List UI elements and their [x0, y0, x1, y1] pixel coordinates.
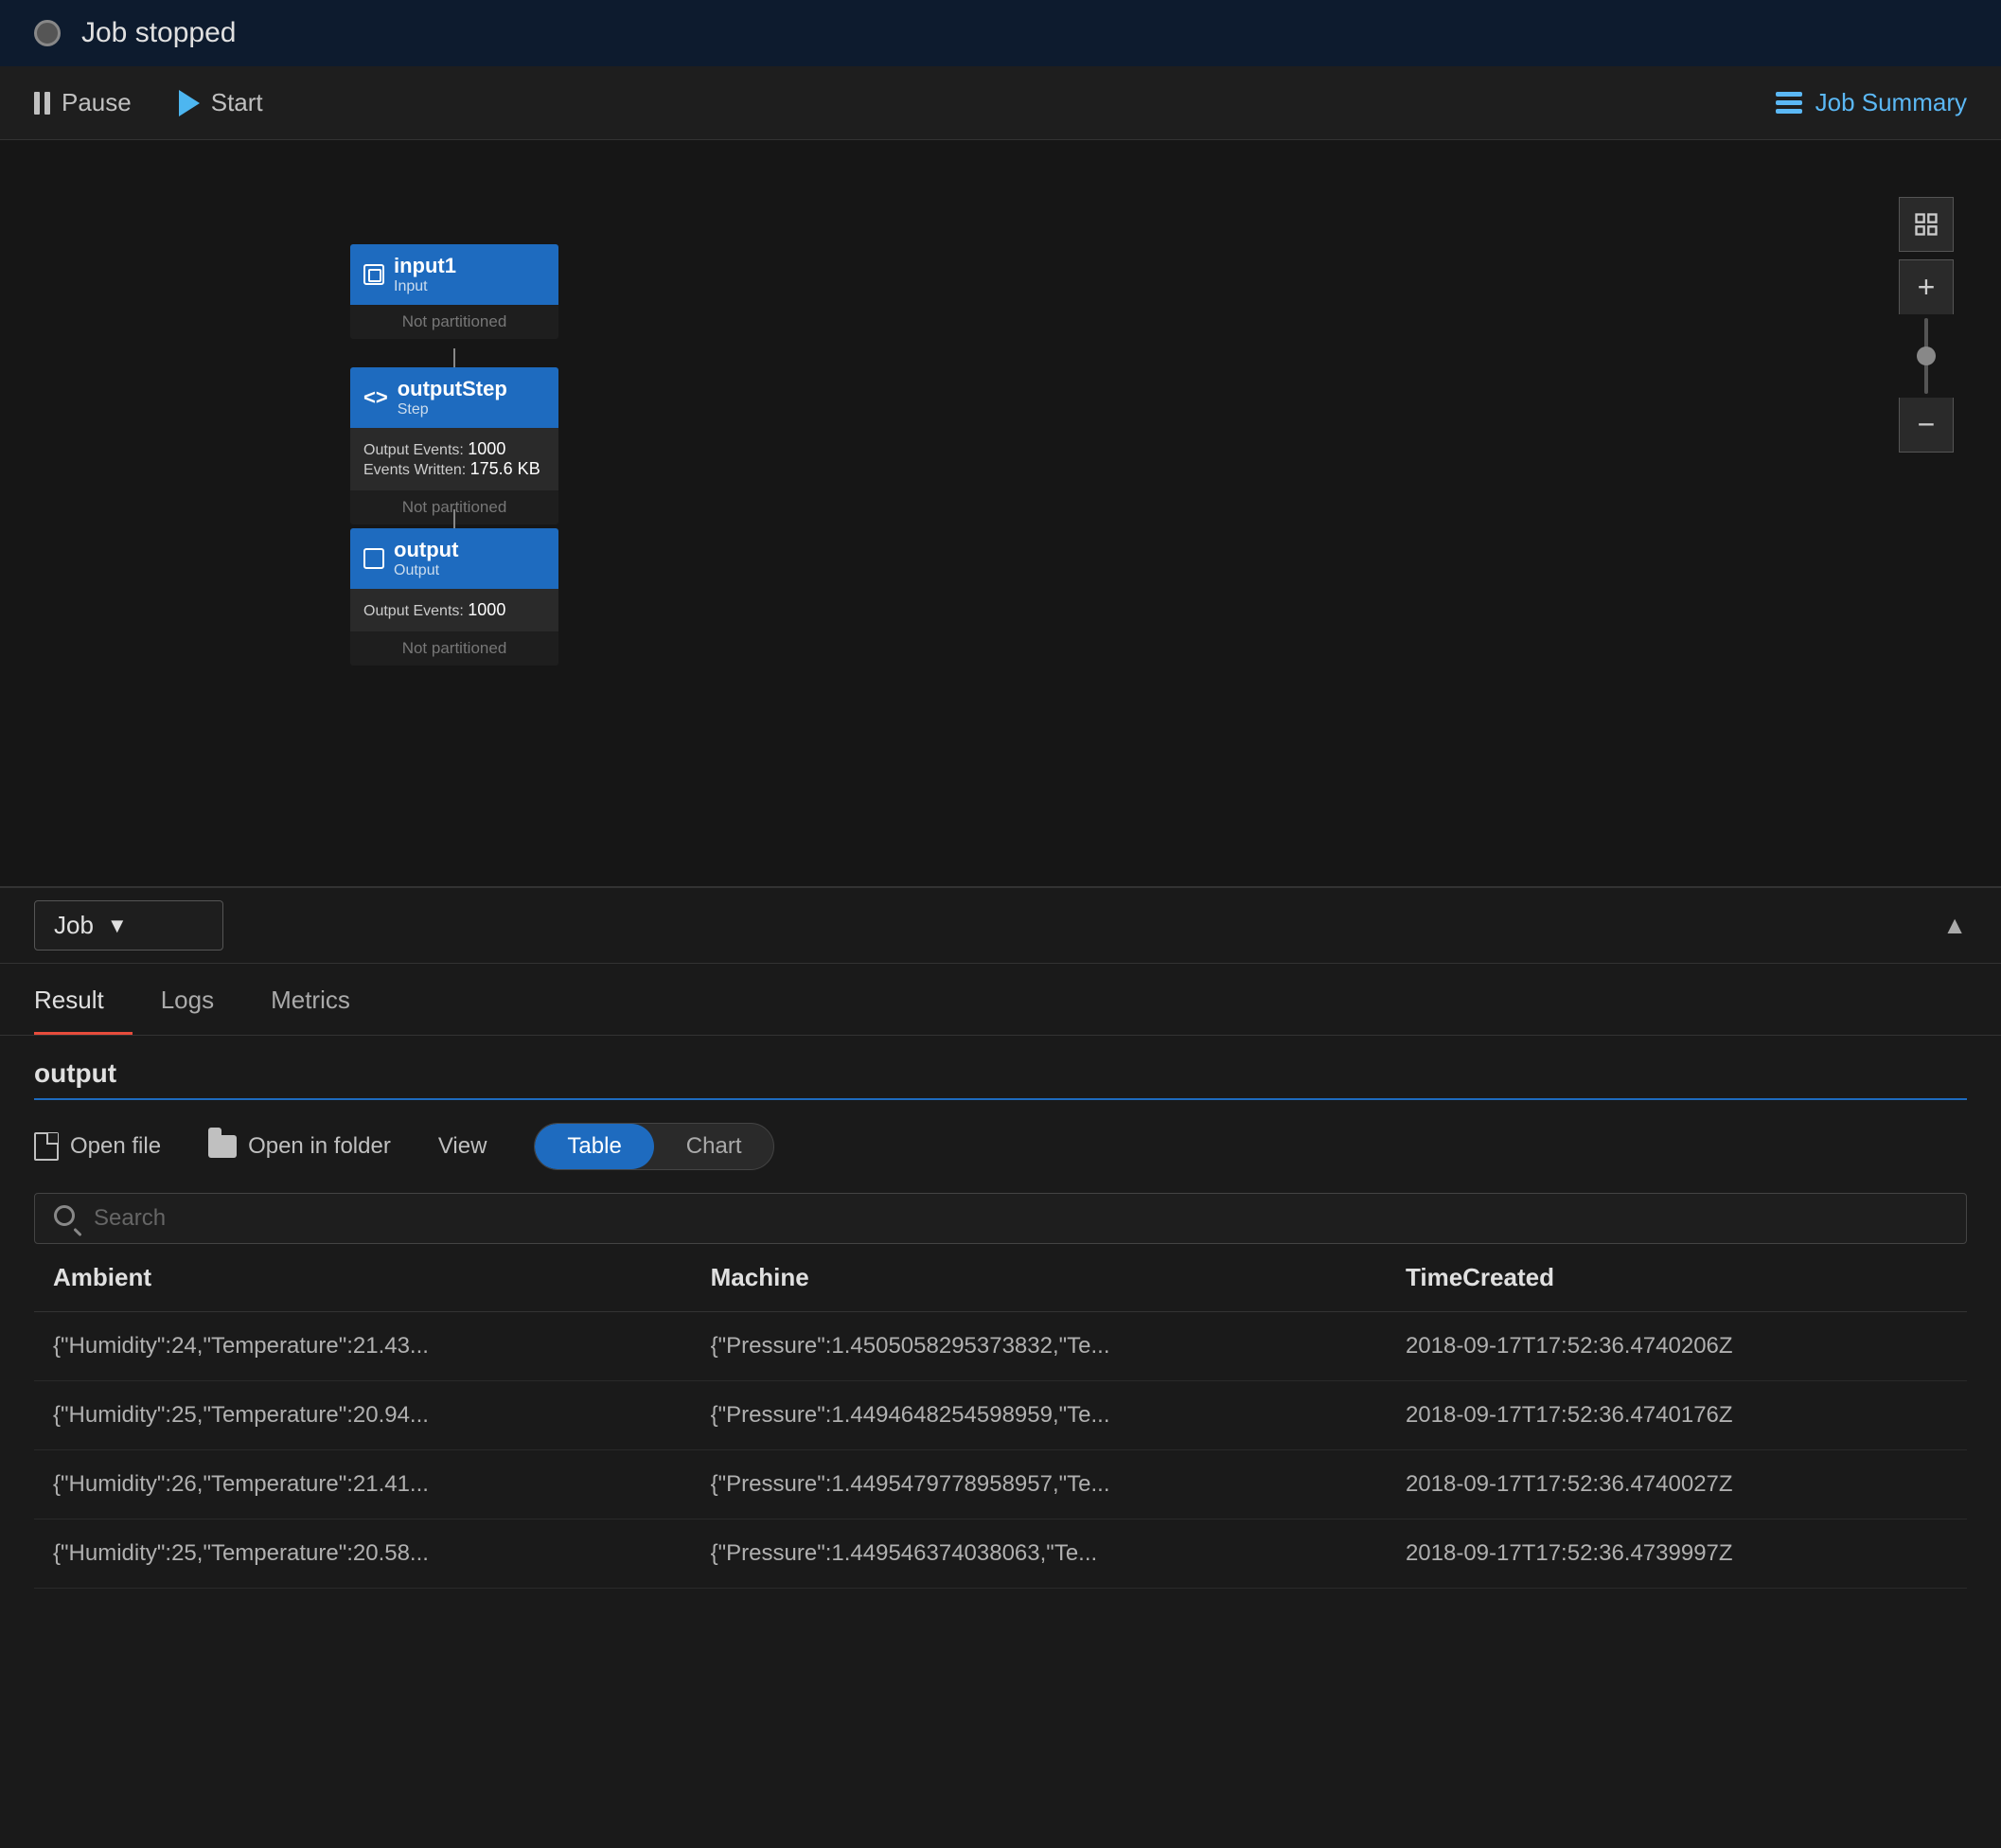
- output-section: output Open file Open in folder View Tab…: [0, 1036, 2001, 1589]
- job-dropdown[interactable]: Job ▼: [34, 900, 223, 951]
- cell-ambient: {"Humidity":25,"Temperature":20.94...: [34, 1381, 692, 1450]
- node-input1-subtitle: Input: [394, 278, 456, 295]
- start-button[interactable]: Start: [179, 88, 263, 117]
- cell-ambient: {"Humidity":24,"Temperature":21.43...: [34, 1312, 692, 1381]
- node-input1-footer: Not partitioned: [350, 305, 558, 339]
- search-bar: [34, 1193, 1967, 1244]
- cell-time: 2018-09-17T17:52:36.4740206Z: [1387, 1312, 1967, 1381]
- node-input1-header: input1 Input: [350, 244, 558, 305]
- output-title: output: [34, 1058, 1967, 1100]
- job-summary-label: Job Summary: [1815, 88, 1967, 117]
- cell-machine: {"Pressure":1.4505058295373832,"Te...: [692, 1312, 1387, 1381]
- list-icon: [1776, 92, 1802, 114]
- zoom-controls: + −: [1899, 197, 1954, 453]
- start-label: Start: [211, 88, 263, 117]
- col-machine: Machine: [692, 1244, 1387, 1312]
- open-in-folder-button[interactable]: Open in folder: [208, 1133, 391, 1160]
- cell-time: 2018-09-17T17:52:36.4740176Z: [1387, 1381, 1967, 1450]
- view-table-button[interactable]: Table: [535, 1124, 653, 1169]
- pause-icon: [34, 92, 50, 115]
- node-outputstep-title: outputStep: [398, 377, 507, 401]
- pause-label: Pause: [62, 88, 132, 117]
- node-output-body: Output Events: 1000: [350, 589, 558, 631]
- node-outputstep-subtitle: Step: [398, 401, 507, 418]
- cell-machine: {"Pressure":1.449546374038063,"Te...: [692, 1519, 1387, 1589]
- zoom-thumb: [1917, 346, 1936, 365]
- job-dropdown-label: Job: [54, 911, 94, 940]
- file-actions: Open file Open in folder View Table Char…: [34, 1123, 1967, 1170]
- job-summary-button[interactable]: Job Summary: [1776, 88, 1967, 117]
- zoom-fit-button[interactable]: [1899, 197, 1954, 252]
- table-row: {"Humidity":25,"Temperature":20.58...{"P…: [34, 1519, 1967, 1589]
- file-icon: [34, 1132, 59, 1161]
- pause-button[interactable]: Pause: [34, 88, 132, 117]
- step-icon: <>: [363, 385, 388, 410]
- cell-time: 2018-09-17T17:52:36.4739997Z: [1387, 1519, 1967, 1589]
- node-input1-title: input1: [394, 254, 456, 278]
- toolbar-left: Pause Start: [34, 88, 263, 117]
- input-icon: [363, 264, 384, 285]
- col-timecreated: TimeCreated: [1387, 1244, 1967, 1312]
- output-icon: [363, 548, 384, 569]
- top-bar: Job stopped: [0, 0, 2001, 66]
- zoom-slider[interactable]: [1924, 318, 1928, 394]
- search-icon: [54, 1205, 80, 1232]
- table-row: {"Humidity":24,"Temperature":21.43...{"P…: [34, 1312, 1967, 1381]
- collapse-button[interactable]: ▲: [1942, 911, 1967, 940]
- node-output-footer: Not partitioned: [350, 631, 558, 666]
- tab-logs[interactable]: Logs: [161, 986, 242, 1035]
- data-table: Ambient Machine TimeCreated {"Humidity":…: [34, 1244, 1967, 1589]
- cell-machine: {"Pressure":1.4495479778958957,"Te...: [692, 1450, 1387, 1519]
- node-outputstep-header: <> outputStep Step: [350, 367, 558, 428]
- job-status-title: Job stopped: [81, 17, 236, 49]
- status-dot: [34, 20, 61, 46]
- node-outputstep-body: Output Events: 1000 Events Written: 175.…: [350, 428, 558, 490]
- play-icon: [179, 90, 200, 116]
- folder-icon: [208, 1135, 237, 1158]
- node-output-title: output: [394, 538, 458, 562]
- cell-time: 2018-09-17T17:52:36.4740027Z: [1387, 1450, 1967, 1519]
- view-label: View: [438, 1133, 487, 1160]
- node-output-subtitle: Output: [394, 562, 458, 579]
- view-toggle: Table Chart: [534, 1123, 774, 1170]
- bottom-panel-header: Job ▼ ▲: [0, 888, 2001, 964]
- open-file-button[interactable]: Open file: [34, 1132, 161, 1161]
- zoom-in-button[interactable]: +: [1899, 259, 1954, 314]
- tab-metrics[interactable]: Metrics: [271, 986, 379, 1035]
- cell-ambient: {"Humidity":26,"Temperature":21.41...: [34, 1450, 692, 1519]
- cell-ambient: {"Humidity":25,"Temperature":20.58...: [34, 1519, 692, 1589]
- node-input1[interactable]: input1 Input Not partitioned: [350, 244, 558, 339]
- node-output-header: output Output: [350, 528, 558, 589]
- diagram-area: input1 Input Not partitioned <> outputSt…: [0, 140, 2001, 888]
- node-output[interactable]: output Output Output Events: 1000 Not pa…: [350, 528, 558, 666]
- cell-machine: {"Pressure":1.4494648254598959,"Te...: [692, 1381, 1387, 1450]
- toolbar: Pause Start Job Summary: [0, 66, 2001, 140]
- table-row: {"Humidity":26,"Temperature":21.41...{"P…: [34, 1450, 1967, 1519]
- search-input[interactable]: [94, 1205, 1947, 1232]
- bottom-panel: Job ▼ ▲ Result Logs Metrics output Open …: [0, 888, 2001, 1589]
- zoom-out-button[interactable]: −: [1899, 398, 1954, 453]
- tabs: Result Logs Metrics: [0, 964, 2001, 1036]
- chevron-down-icon: ▼: [107, 914, 128, 938]
- view-chart-button[interactable]: Chart: [654, 1124, 774, 1169]
- tab-result[interactable]: Result: [34, 986, 133, 1035]
- node-outputstep[interactable]: <> outputStep Step Output Events: 1000 E…: [350, 367, 558, 524]
- table-row: {"Humidity":25,"Temperature":20.94...{"P…: [34, 1381, 1967, 1450]
- col-ambient: Ambient: [34, 1244, 692, 1312]
